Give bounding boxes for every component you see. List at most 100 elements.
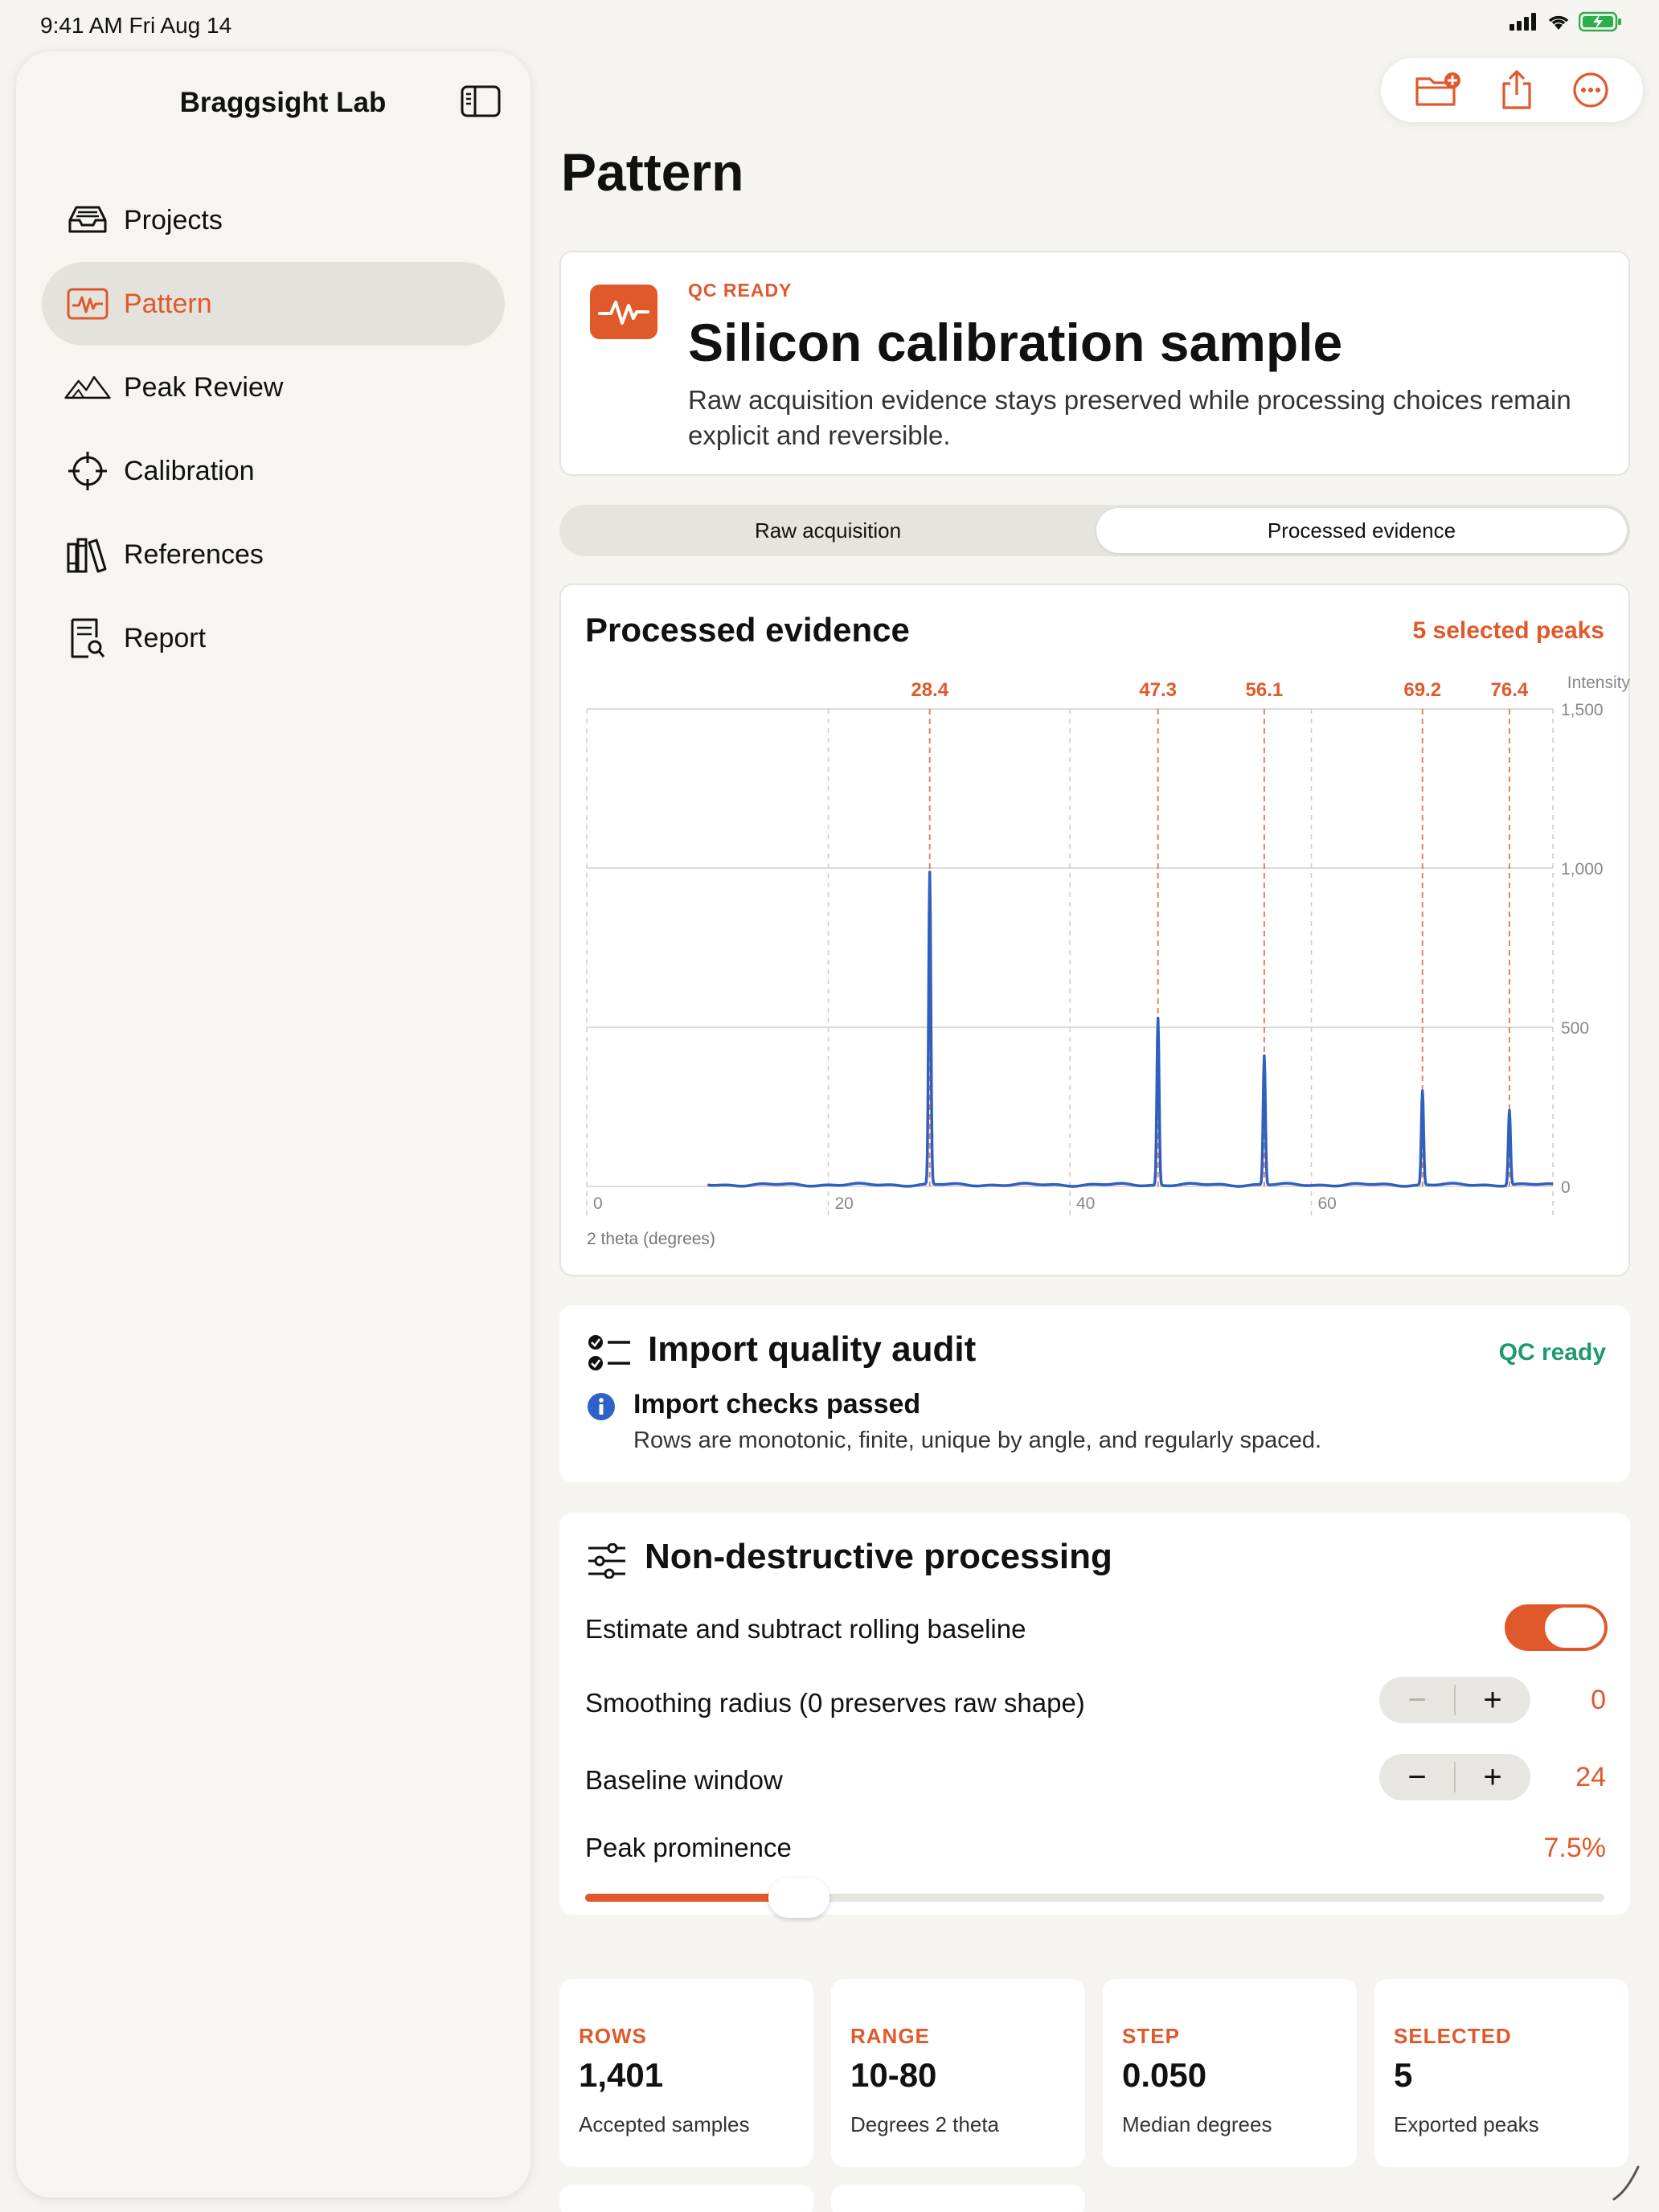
sidebar-item-label: Pattern — [124, 288, 212, 319]
sidebar-item-label: References — [124, 539, 264, 570]
report-search-icon — [64, 617, 111, 659]
stat-label: RANGE — [850, 2024, 930, 2048]
sidebar-item-references[interactable]: References — [42, 513, 505, 596]
window-increment-button[interactable]: + — [1455, 1754, 1530, 1800]
processed-evidence-chart-card: 0 500 1,000 1,500 0 20 40 60 2 theta (degrees) In… — [559, 584, 1630, 1276]
view-segmented-control: Raw acquisition Processed evidence — [559, 505, 1630, 556]
segment-processed-evidence[interactable]: Processed evidence — [1096, 508, 1627, 553]
intensity-series-line — [707, 870, 1554, 1188]
chart-title: Processed evidence — [585, 611, 910, 649]
peak-marker-label: 56.1 — [1246, 679, 1284, 701]
waveform-icon — [590, 285, 657, 339]
status-indicators — [1509, 11, 1622, 32]
y-tick-label: 0 — [1561, 1178, 1571, 1197]
sidebar-item-calibration[interactable]: Calibration — [42, 429, 505, 513]
y-tick-label: 1,500 — [1561, 701, 1604, 719]
smoothing-value: 0 — [1591, 1685, 1606, 1715]
cellular-signal-icon — [1509, 13, 1536, 31]
smoothing-increment-button[interactable]: + — [1455, 1677, 1530, 1723]
stat-value: 5 — [1394, 2056, 1413, 2094]
sidebar: Braggsight Lab Projects Pattern Peak Rev… — [16, 51, 530, 2198]
audit-check-title: Import checks passed — [633, 1389, 921, 1419]
stat-card-partial — [831, 2185, 1085, 2212]
stat-card-partial — [559, 2185, 813, 2212]
page-title: Pattern — [561, 142, 744, 202]
x-axis-title: 2 theta (degrees) — [587, 1230, 715, 1248]
sidebar-item-label: Report — [124, 622, 207, 653]
prominence-slider-fill — [585, 1894, 800, 1902]
stat-label: ROWS — [579, 2024, 647, 2048]
status-bar: 9:41 AM Fri Aug 14 — [0, 0, 1659, 51]
info-icon — [588, 1393, 615, 1420]
more-icon[interactable] — [1571, 71, 1610, 109]
x-tick-label: 20 — [835, 1194, 854, 1213]
peak-marker-label: 28.4 — [911, 679, 948, 701]
stat-card-step: STEP 0.050 Median degrees — [1103, 1979, 1357, 2167]
baseline-toggle-label: Estimate and subtract rolling baseline — [585, 1614, 1026, 1644]
segment-raw-acquisition[interactable]: Raw acquisition — [563, 508, 1093, 553]
x-tick-label: 60 — [1318, 1194, 1337, 1213]
processing-title: Non-destructive processing — [645, 1537, 1112, 1576]
wifi-icon — [1548, 15, 1569, 30]
smoothing-label: Smoothing radius (0 preserves raw shape) — [585, 1688, 1085, 1718]
sidebar-item-report[interactable]: Report — [42, 596, 505, 680]
smoothing-stepper: − + — [1379, 1677, 1530, 1723]
y-axis-title: Intensity — [1567, 674, 1631, 692]
baseline-window-value: 24 — [1575, 1762, 1606, 1792]
window-decrement-button[interactable]: − — [1379, 1754, 1455, 1800]
y-tick-label: 500 — [1561, 1019, 1589, 1038]
stat-caption: Accepted samples — [579, 2112, 750, 2136]
stat-value: 10-80 — [850, 2056, 937, 2094]
baseline-window-stepper: − + — [1379, 1754, 1530, 1800]
audit-status: QC ready — [1498, 1339, 1606, 1366]
baseline-window-label: Baseline window — [585, 1765, 783, 1795]
stat-card-rows: ROWS 1,401 Accepted samples — [559, 1979, 813, 2167]
sidebar-item-pattern[interactable]: Pattern — [42, 262, 505, 346]
stat-caption: Degrees 2 theta — [850, 2112, 1000, 2136]
peak-marker-label: 47.3 — [1139, 679, 1177, 701]
peak-prominence-label: Peak prominence — [585, 1833, 792, 1862]
sidebar-item-label: Peak Review — [124, 371, 284, 403]
sidebar-nav: Projects Pattern Peak Review Calibration… — [42, 178, 505, 680]
prominence-slider-thumb[interactable] — [768, 1878, 830, 1918]
folder-add-icon[interactable] — [1414, 71, 1462, 109]
stat-value: 0.050 — [1122, 2056, 1207, 2094]
tray-icon — [64, 199, 111, 241]
checklist-icon — [588, 1335, 630, 1370]
peak-marker-label: 69.2 — [1403, 679, 1441, 701]
books-icon — [64, 534, 111, 576]
selected-peaks-badge: 5 selected peaks — [1412, 617, 1605, 644]
sample-description: Raw acquisition evidence stays preserved… — [688, 385, 1571, 450]
share-icon[interactable] — [1499, 69, 1534, 111]
stat-card-range: RANGE 10-80 Degrees 2 theta — [831, 1979, 1085, 2167]
home-indicator-grip — [1612, 2165, 1640, 2201]
toolbar — [1381, 58, 1643, 122]
peak-prominence-value: 7.5% — [1543, 1833, 1607, 1863]
stat-value: 1,401 — [579, 2056, 664, 2094]
battery-charging-icon — [1579, 11, 1621, 32]
mountains-icon — [64, 367, 111, 408]
sliders-icon — [588, 1543, 625, 1579]
qc-status-label: QC READY — [688, 280, 793, 301]
smoothing-decrement-button[interactable]: − — [1379, 1677, 1455, 1723]
toggle-knob — [1545, 1608, 1604, 1648]
x-tick-label: 40 — [1076, 1194, 1095, 1213]
baseline-toggle[interactable] — [1505, 1604, 1608, 1651]
sidebar-item-peak-review[interactable]: Peak Review — [42, 346, 505, 429]
stat-label: SELECTED — [1394, 2024, 1512, 2048]
peak-marker-label: 76.4 — [1491, 679, 1529, 701]
sidebar-item-label: Projects — [124, 204, 223, 236]
sidebar-item-label: Calibration — [124, 455, 255, 486]
sample-summary-card: QC READY Silicon calibration sample Raw … — [559, 251, 1630, 476]
pattern-chart[interactable]: 0 500 1,000 1,500 0 20 40 60 2 theta (degrees) In… — [561, 585, 1632, 1278]
stat-card-selected: SELECTED 5 Exported peaks — [1374, 1979, 1628, 2167]
audit-title: Import quality audit — [648, 1329, 977, 1369]
x-tick-label: 0 — [593, 1194, 603, 1213]
waveform-icon — [64, 283, 111, 325]
sidebar-toggle-icon[interactable] — [460, 84, 502, 119]
processing-card: Non-destructive processing Estimate and … — [559, 1513, 1630, 1918]
audit-check-description: Rows are monotonic, finite, unique by an… — [633, 1428, 1322, 1453]
y-tick-label: 1,000 — [1561, 860, 1604, 879]
sidebar-item-projects[interactable]: Projects — [42, 178, 505, 262]
stat-caption: Exported peaks — [1394, 2112, 1539, 2136]
